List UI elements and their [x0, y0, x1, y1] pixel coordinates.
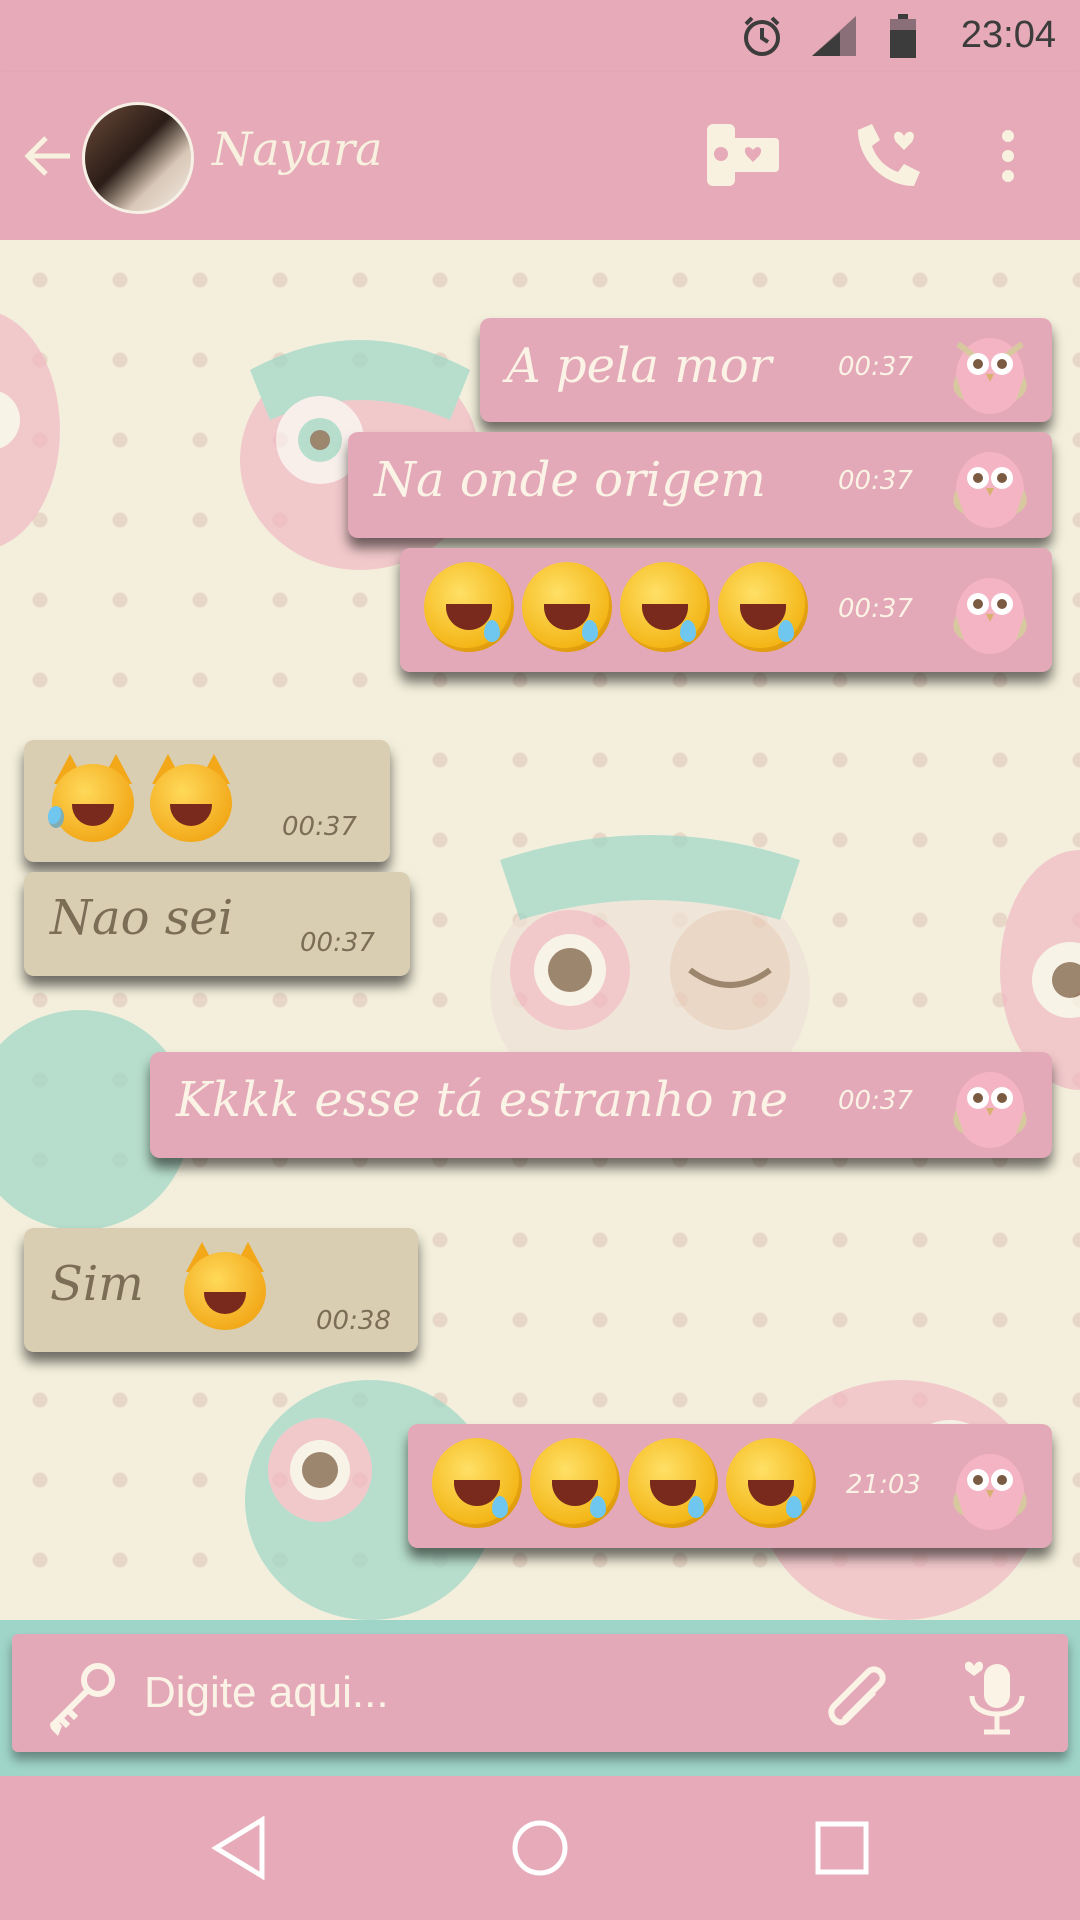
message-time: 00:37 [838, 466, 913, 496]
cat-tears-of-joy-emoji [180, 1242, 270, 1332]
message-time: 00:37 [300, 928, 375, 958]
signal-icon [812, 16, 856, 56]
alarm-icon [744, 16, 780, 56]
rolling-laughing-emoji [726, 1438, 816, 1528]
nav-recents-icon[interactable] [812, 1816, 872, 1880]
owl-read-receipt-icon [953, 1072, 1027, 1148]
message-bubble-outgoing[interactable]: Na onde origem 00:37 [348, 432, 1052, 538]
message-bubble-outgoing[interactable]: A pela mor 00:37 [480, 318, 1052, 422]
owl-wallpaper-decoration [0, 313, 60, 547]
message-text: A pela mor [506, 338, 772, 394]
battery-icon [890, 14, 916, 58]
message-bubble-outgoing[interactable]: 00:37 [400, 548, 1052, 672]
message-text: Na onde origem [374, 452, 766, 508]
owl-read-receipt-icon [953, 1454, 1027, 1530]
system-nav-bar [0, 1776, 1080, 1920]
rolling-laughing-emoji [718, 562, 808, 652]
message-time: 00:37 [838, 594, 913, 624]
key-emoji-icon[interactable] [42, 1660, 118, 1736]
cat-tears-of-joy-emoji [48, 754, 138, 844]
message-bubble-outgoing[interactable]: 21:03 [408, 1424, 1052, 1548]
owl-read-receipt-icon [953, 338, 1027, 414]
rolling-laughing-emoji [530, 1438, 620, 1528]
nav-home-icon[interactable] [510, 1816, 570, 1880]
message-bubble-incoming[interactable]: Nao sei 00:37 [24, 872, 410, 976]
rolling-laughing-emoji [522, 562, 612, 652]
message-text: Nao sei [50, 890, 234, 946]
message-input-placeholder: Digite aqui... [144, 1668, 389, 1717]
back-arrow-icon[interactable] [22, 130, 74, 182]
composer-bar: Digite aqui... [0, 1620, 1080, 1776]
microphone-icon[interactable] [962, 1656, 1032, 1736]
chat-header: Nayara [0, 72, 1080, 240]
rolling-laughing-emoji [432, 1438, 522, 1528]
status-time: 23:04 [960, 14, 1056, 56]
nav-back-icon[interactable] [210, 1816, 270, 1880]
more-options-icon[interactable] [1000, 128, 1016, 184]
emoji-row [424, 562, 808, 652]
message-text: Sim [50, 1256, 144, 1312]
message-text: Kkkk esse tá estranho ne [176, 1072, 789, 1128]
rolling-laughing-emoji [620, 562, 710, 652]
message-time: 00:37 [838, 352, 913, 382]
contact-name[interactable]: Nayara [212, 122, 383, 176]
message-list[interactable]: A pela mor 00:37 Na onde origem 00:37 00… [0, 240, 1080, 1620]
message-time: 00:37 [282, 812, 357, 842]
message-input[interactable]: Digite aqui... [12, 1634, 1068, 1752]
cat-tears-of-joy-emoji [146, 754, 236, 844]
message-bubble-incoming[interactable]: 00:37 [24, 740, 390, 862]
status-bar: 23:04 [0, 0, 1080, 72]
message-time: 00:37 [838, 1086, 913, 1116]
message-time: 00:38 [316, 1306, 391, 1336]
emoji-row [432, 1438, 816, 1528]
video-call-icon[interactable] [705, 120, 781, 192]
voice-call-icon[interactable] [850, 118, 926, 194]
rolling-laughing-emoji [424, 562, 514, 652]
rolling-laughing-emoji [628, 1438, 718, 1528]
owl-read-receipt-icon [953, 452, 1027, 528]
owl-read-receipt-icon [953, 578, 1027, 654]
message-bubble-outgoing[interactable]: Kkkk esse tá estranho ne 00:37 [150, 1052, 1052, 1158]
message-bubble-incoming[interactable]: Sim 00:38 [24, 1228, 418, 1352]
attach-icon[interactable] [822, 1660, 898, 1736]
contact-avatar[interactable] [82, 102, 194, 214]
emoji-row [48, 754, 236, 844]
message-time: 21:03 [846, 1470, 921, 1500]
